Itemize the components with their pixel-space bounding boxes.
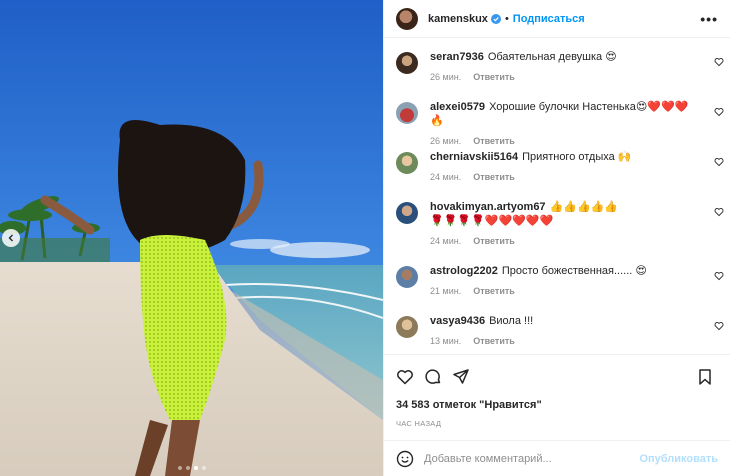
carousel-dot <box>177 466 182 470</box>
comments-list[interactable]: seran7936 Обаятельная девушка 😍 26 мин. От… <box>384 38 730 354</box>
comment-time[interactable]: 26 мин. <box>430 136 461 146</box>
comment-text: seran7936 Обаятельная девушка 😍 <box>430 50 696 64</box>
comment-content: Просто божественная...... 😍 <box>501 265 647 277</box>
comment-item: seran7936 Обаятельная девушка 😍 26 мин. От… <box>384 50 730 100</box>
comment-time[interactable]: 13 мин. <box>430 336 461 346</box>
comment-content: Обаятельная девушка 😍 <box>487 51 617 63</box>
comment-meta: 26 мин. Ответить <box>430 136 696 146</box>
comment-item: hovakimyan.artyom67 👍👍👍👍👍🌹🌹🌹🌹❤️❤️❤️❤️❤️ 2… <box>384 200 730 264</box>
add-comment-input[interactable] <box>424 452 640 465</box>
comment-item: cherniavskii5164 Приятного отдыха 🙌 24 ми… <box>384 150 730 200</box>
comment-like-icon[interactable] <box>714 321 724 331</box>
comment-meta: 13 мин. Ответить <box>430 336 696 346</box>
comment-like-icon[interactable] <box>714 107 724 117</box>
comment-body: seran7936 Обаятельная девушка 😍 26 мин. От… <box>430 50 718 100</box>
comment-like-icon[interactable] <box>714 57 724 67</box>
comment-time[interactable]: 21 мин. <box>430 286 461 296</box>
comment-avatar[interactable] <box>396 266 418 288</box>
post-header: kamenskux • Подписаться ••• <box>384 0 730 38</box>
comment-avatar[interactable] <box>396 52 418 74</box>
comment-text: astrolog2202 Просто божественная...... 😍 <box>430 264 696 278</box>
carousel-dot-active <box>193 466 198 470</box>
comment-item: astrolog2202 Просто божественная...... 😍 … <box>384 264 730 314</box>
comment-time[interactable]: 24 мин. <box>430 236 461 246</box>
comment-like-icon[interactable] <box>714 207 724 217</box>
share-icon[interactable] <box>452 368 470 386</box>
publish-button[interactable]: Опубликовать <box>639 453 718 465</box>
comment-like-icon[interactable] <box>714 271 724 281</box>
action-row <box>396 363 718 391</box>
reply-button[interactable]: Ответить <box>473 236 515 246</box>
comment-avatar[interactable] <box>396 316 418 338</box>
comment-time[interactable]: 26 мин. <box>430 72 461 82</box>
reply-button[interactable]: Ответить <box>473 72 515 82</box>
comment-item: vasya9436 Виола !!! 13 мин. Ответить <box>384 314 730 354</box>
comment-username[interactable]: vasya9436 <box>430 315 485 327</box>
comment-body: cherniavskii5164 Приятного отдыха 🙌 24 ми… <box>430 150 718 200</box>
comment-icon[interactable] <box>424 368 442 386</box>
comment-body: astrolog2202 Просто божественная...... 😍 … <box>430 264 718 314</box>
comment-body: vasya9436 Виола !!! 13 мин. Ответить <box>430 314 718 354</box>
comment-avatar[interactable] <box>396 202 418 224</box>
author-avatar[interactable] <box>396 7 418 30</box>
comment-avatar[interactable] <box>396 152 418 174</box>
likes-count[interactable]: 34 583 отметок "Нравится" <box>396 399 718 411</box>
beach-photo <box>0 0 383 476</box>
comment-text: cherniavskii5164 Приятного отдыха 🙌 <box>430 150 696 164</box>
reply-button[interactable]: Ответить <box>473 286 515 296</box>
carousel-dot <box>201 466 206 470</box>
add-comment-bar: Опубликовать <box>384 440 730 476</box>
comment-username[interactable]: alexei0579 <box>430 101 485 113</box>
post-side-panel: kamenskux • Подписаться ••• seran7936 Оба… <box>383 0 730 476</box>
smile-icon[interactable] <box>396 450 414 468</box>
comment-username[interactable]: astrolog2202 <box>430 265 498 277</box>
comment-meta: 24 мин. Ответить <box>430 236 628 246</box>
author-username[interactable]: kamenskux <box>428 13 488 25</box>
comment-body: hovakimyan.artyom67 👍👍👍👍👍🌹🌹🌹🌹❤️❤️❤️❤️❤️ 2… <box>430 200 718 264</box>
reply-button[interactable]: Ответить <box>473 172 515 182</box>
bookmark-icon[interactable] <box>696 368 714 386</box>
comment-username[interactable]: cherniavskii5164 <box>430 151 518 163</box>
carousel-dots <box>0 466 383 470</box>
comment-meta: 26 мин. Ответить <box>430 72 696 82</box>
comment-text: vasya9436 Виола !!! <box>430 314 696 328</box>
comment-text: alexei0579 Хорошие булочки Настенька😍❤️❤️… <box>430 100 696 128</box>
comment-item: alexei0579 Хорошие булочки Настенька😍❤️❤️… <box>384 100 730 150</box>
comment-body: alexei0579 Хорошие булочки Настенька😍❤️❤️… <box>430 100 718 150</box>
post-time[interactable]: ЧАС НАЗАД <box>396 419 718 428</box>
comment-meta: 24 мин. Ответить <box>430 172 696 182</box>
heart-icon[interactable] <box>396 368 414 386</box>
post-actions: 34 583 отметок "Нравится" ЧАС НАЗАД <box>384 354 730 428</box>
comment-content: Приятного отдыха 🙌 <box>522 151 632 163</box>
post-modal: kamenskux • Подписаться ••• seran7936 Оба… <box>0 0 730 476</box>
comment-avatar[interactable] <box>396 102 418 124</box>
follow-button[interactable]: Подписаться <box>513 13 585 25</box>
comment-username[interactable]: hovakimyan.artyom67 <box>430 201 546 213</box>
comment-like-icon[interactable] <box>714 157 724 167</box>
chevron-left-icon <box>8 234 13 242</box>
post-photo[interactable] <box>0 0 383 476</box>
reply-button[interactable]: Ответить <box>473 336 515 346</box>
reply-button[interactable]: Ответить <box>473 136 515 146</box>
comment-time[interactable]: 24 мин. <box>430 172 461 182</box>
carousel-prev-button[interactable] <box>2 229 20 247</box>
comment-content: Виола !!! <box>489 315 534 327</box>
carousel-dot <box>185 466 190 470</box>
comment-meta: 21 мин. Ответить <box>430 286 696 296</box>
comment-text: hovakimyan.artyom67 👍👍👍👍👍🌹🌹🌹🌹❤️❤️❤️❤️❤️ <box>430 200 628 228</box>
comment-username[interactable]: seran7936 <box>430 51 484 63</box>
more-options-button[interactable]: ••• <box>700 11 718 27</box>
verified-icon <box>490 13 501 24</box>
header-separator: • <box>504 12 509 25</box>
